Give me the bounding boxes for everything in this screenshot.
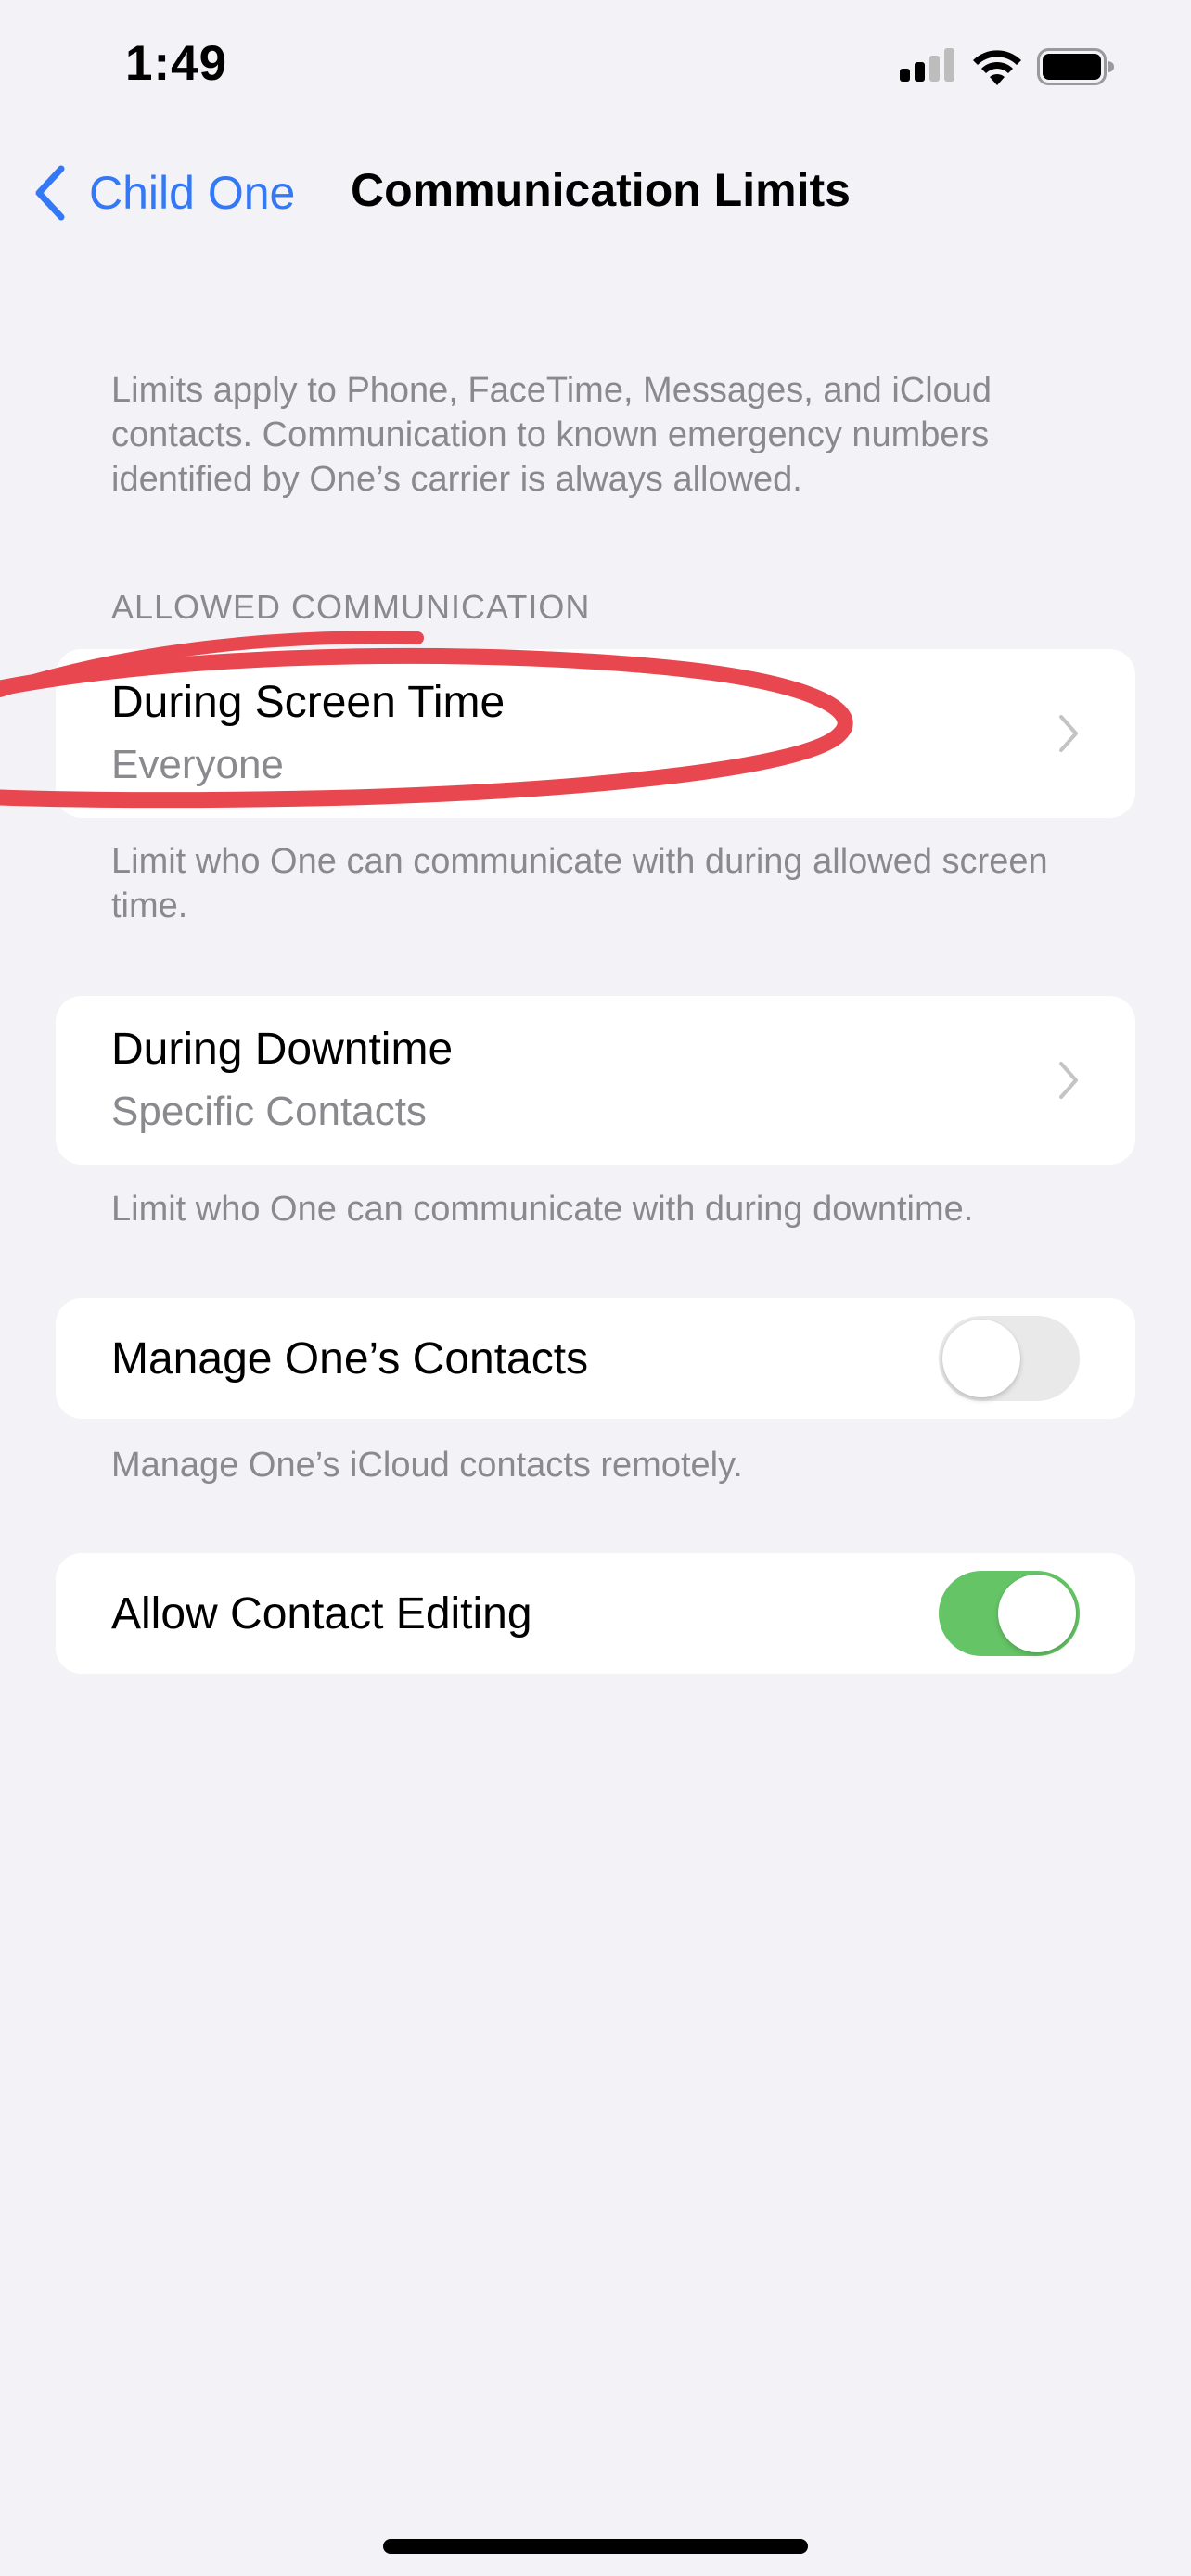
chevron-right-icon (1059, 1062, 1078, 1099)
manage-contacts-toggle[interactable] (939, 1316, 1080, 1401)
chevron-right-icon (1059, 715, 1078, 752)
back-button-label: Child One (89, 167, 296, 219)
battery-icon (1037, 48, 1114, 85)
during-downtime-row[interactable]: During Downtime Specific Contacts (56, 996, 1135, 1165)
during-screen-time-row[interactable]: During Screen Time Everyone (56, 649, 1135, 818)
toggle-knob (998, 1575, 1076, 1652)
during-downtime-footer: Limit who One can communicate with durin… (111, 1190, 974, 1229)
cellular-signal-icon (900, 48, 954, 82)
during-screen-time-value: Everyone (111, 742, 284, 787)
during-downtime-value: Specific Contacts (111, 1089, 427, 1134)
status-time: 1:49 (125, 36, 228, 91)
allow-contact-editing-row: Allow Contact Editing (56, 1553, 1135, 1674)
wifi-icon (973, 50, 1021, 85)
during-downtime-title: During Downtime (111, 1025, 454, 1074)
manage-contacts-footer: Manage One’s iCloud contacts remotely. (111, 1446, 743, 1485)
section-header-allowed-communication: ALLOWED COMMUNICATION (111, 588, 591, 626)
home-indicator[interactable] (383, 2539, 808, 2554)
toggle-knob (942, 1320, 1020, 1397)
back-button[interactable]: Child One (32, 159, 295, 226)
allow-contact-editing-title: Allow Contact Editing (111, 1589, 532, 1639)
chevron-left-icon (35, 165, 65, 221)
intro-description: Limits apply to Phone, FaceTime, Message… (111, 371, 992, 499)
page-title: Communication Limits (351, 164, 851, 216)
during-screen-time-footer: Limit who One can communicate with durin… (111, 842, 1048, 925)
allow-contact-editing-toggle[interactable] (939, 1571, 1080, 1656)
manage-contacts-row: Manage One’s Contacts (56, 1298, 1135, 1419)
during-screen-time-title: During Screen Time (111, 678, 506, 727)
manage-contacts-title: Manage One’s Contacts (111, 1334, 589, 1384)
